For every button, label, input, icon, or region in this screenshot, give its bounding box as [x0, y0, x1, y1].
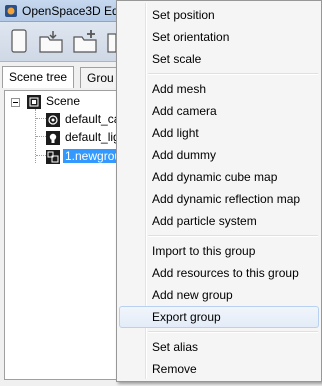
light-icon: [46, 131, 60, 145]
menu-item-add-resources[interactable]: Add resources to this group: [119, 262, 319, 284]
tree-node-label: Scene: [46, 94, 81, 108]
menu-item-remove[interactable]: Remove: [119, 358, 319, 380]
open-folder-icon[interactable]: [38, 28, 64, 56]
tree-node-label: 1.newgrou: [63, 149, 124, 163]
menu-item-import-to-group[interactable]: Import to this group: [119, 240, 319, 262]
menu-item-add-camera[interactable]: Add camera: [119, 100, 319, 122]
menu-item-set-orientation[interactable]: Set orientation: [119, 26, 319, 48]
window-title: OpenSpace3D Edi: [22, 4, 122, 18]
tree-node-label: default_ca: [65, 112, 121, 126]
menu-item-add-dummy[interactable]: Add dummy: [119, 144, 319, 166]
menu-item-add-light[interactable]: Add light: [119, 122, 319, 144]
menu-separator: [148, 235, 318, 237]
tree-node-label: default_lig: [65, 130, 120, 144]
camera-icon: [46, 113, 60, 127]
tab-scene-tree[interactable]: Scene tree: [2, 66, 75, 89]
menu-item-export-group[interactable]: Export group: [119, 306, 319, 328]
group-icon: [46, 150, 60, 164]
context-menu: Set position Set orientation Set scale A…: [116, 0, 322, 382]
menu-item-add-mesh[interactable]: Add mesh: [119, 78, 319, 100]
toolbar-icon-partial[interactable]: [106, 28, 116, 56]
menu-item-add-dynamic-reflection-map[interactable]: Add dynamic reflection map: [119, 188, 319, 210]
menu-item-add-particle-system[interactable]: Add particle system: [119, 210, 319, 232]
tab-groups[interactable]: Grou: [80, 67, 121, 88]
menu-item-set-scale[interactable]: Set scale: [119, 48, 319, 70]
app-icon: [5, 5, 17, 17]
menu-item-add-dynamic-cube-map[interactable]: Add dynamic cube map: [119, 166, 319, 188]
scene-icon: [27, 95, 41, 109]
menu-item-set-alias[interactable]: Set alias: [119, 336, 319, 358]
new-file-icon[interactable]: [6, 28, 32, 56]
new-folder-icon[interactable]: [72, 28, 98, 56]
menu-separator: [148, 73, 318, 75]
menu-item-add-new-group[interactable]: Add new group: [119, 284, 319, 306]
collapse-icon[interactable]: [11, 98, 20, 107]
menu-separator: [148, 331, 318, 333]
menu-item-set-position[interactable]: Set position: [119, 4, 319, 26]
